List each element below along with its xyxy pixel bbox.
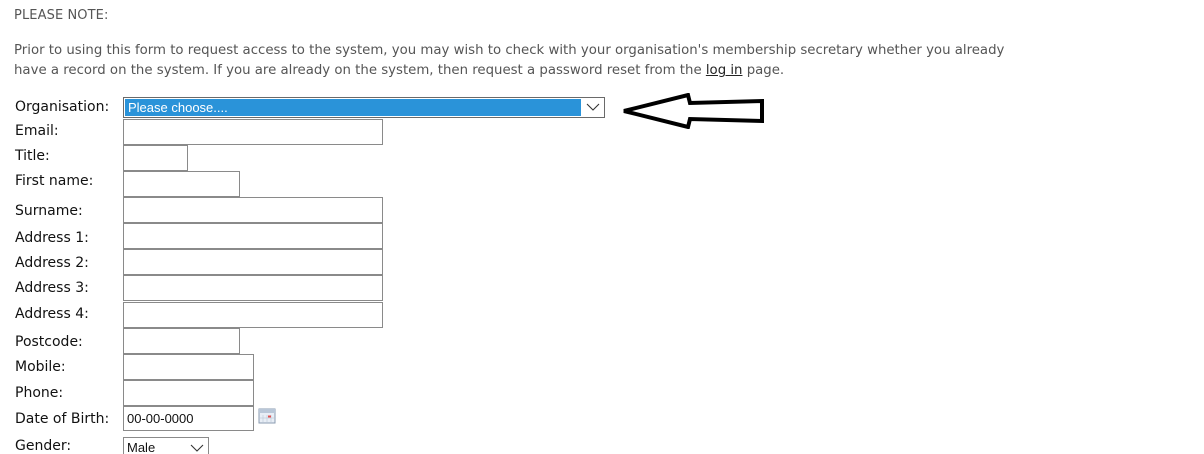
email-field[interactable] [123, 119, 383, 145]
calendar-icon[interactable] [258, 408, 276, 424]
address4-field[interactable] [123, 302, 383, 328]
address1-label: Address 1: [15, 230, 89, 246]
address1-field[interactable] [123, 223, 383, 249]
left-arrow-icon [623, 93, 764, 129]
postcode-label: Postcode: [15, 334, 83, 350]
notice-line-2-text: have a record on the system. If you are … [14, 63, 706, 78]
mobile-label: Mobile: [15, 359, 66, 375]
surname-label: Surname: [15, 203, 83, 219]
organisation-label: Organisation: [15, 99, 110, 115]
dob-label: Date of Birth: [15, 411, 110, 427]
organisation-selected-value: Please choose.... [125, 99, 581, 116]
title-field[interactable] [123, 145, 188, 171]
notice-line-1: Prior to using this form to request acce… [14, 43, 1005, 58]
notice-title: PLEASE NOTE: [14, 8, 109, 23]
chevron-down-icon [190, 444, 204, 452]
phone-field[interactable] [123, 380, 254, 406]
organisation-select[interactable]: Please choose.... [123, 97, 605, 118]
surname-field[interactable] [123, 197, 383, 223]
postcode-field[interactable] [123, 328, 240, 354]
gender-select[interactable]: Male [123, 437, 209, 454]
notice-line-2-end: page. [742, 63, 785, 78]
notice-line-2: have a record on the system. If you are … [14, 61, 1204, 81]
address2-field[interactable] [123, 249, 383, 275]
address4-label: Address 4: [15, 306, 89, 322]
gender-selected-value: Male [127, 440, 156, 454]
address3-label: Address 3: [15, 280, 89, 296]
phone-label: Phone: [15, 385, 64, 401]
mobile-field[interactable] [123, 354, 254, 380]
notice-text: Prior to using this form to request acce… [14, 41, 1204, 81]
email-label: Email: [15, 123, 59, 139]
title-label: Title: [15, 148, 50, 164]
first-name-label: First name: [15, 173, 94, 189]
login-link[interactable]: log in [706, 63, 743, 78]
address2-label: Address 2: [15, 255, 89, 271]
address3-field[interactable] [123, 275, 383, 301]
chevron-down-icon [586, 103, 600, 111]
dob-field[interactable]: 00-00-0000 [123, 406, 254, 431]
first-name-field[interactable] [123, 171, 240, 197]
gender-label: Gender: [15, 438, 72, 454]
